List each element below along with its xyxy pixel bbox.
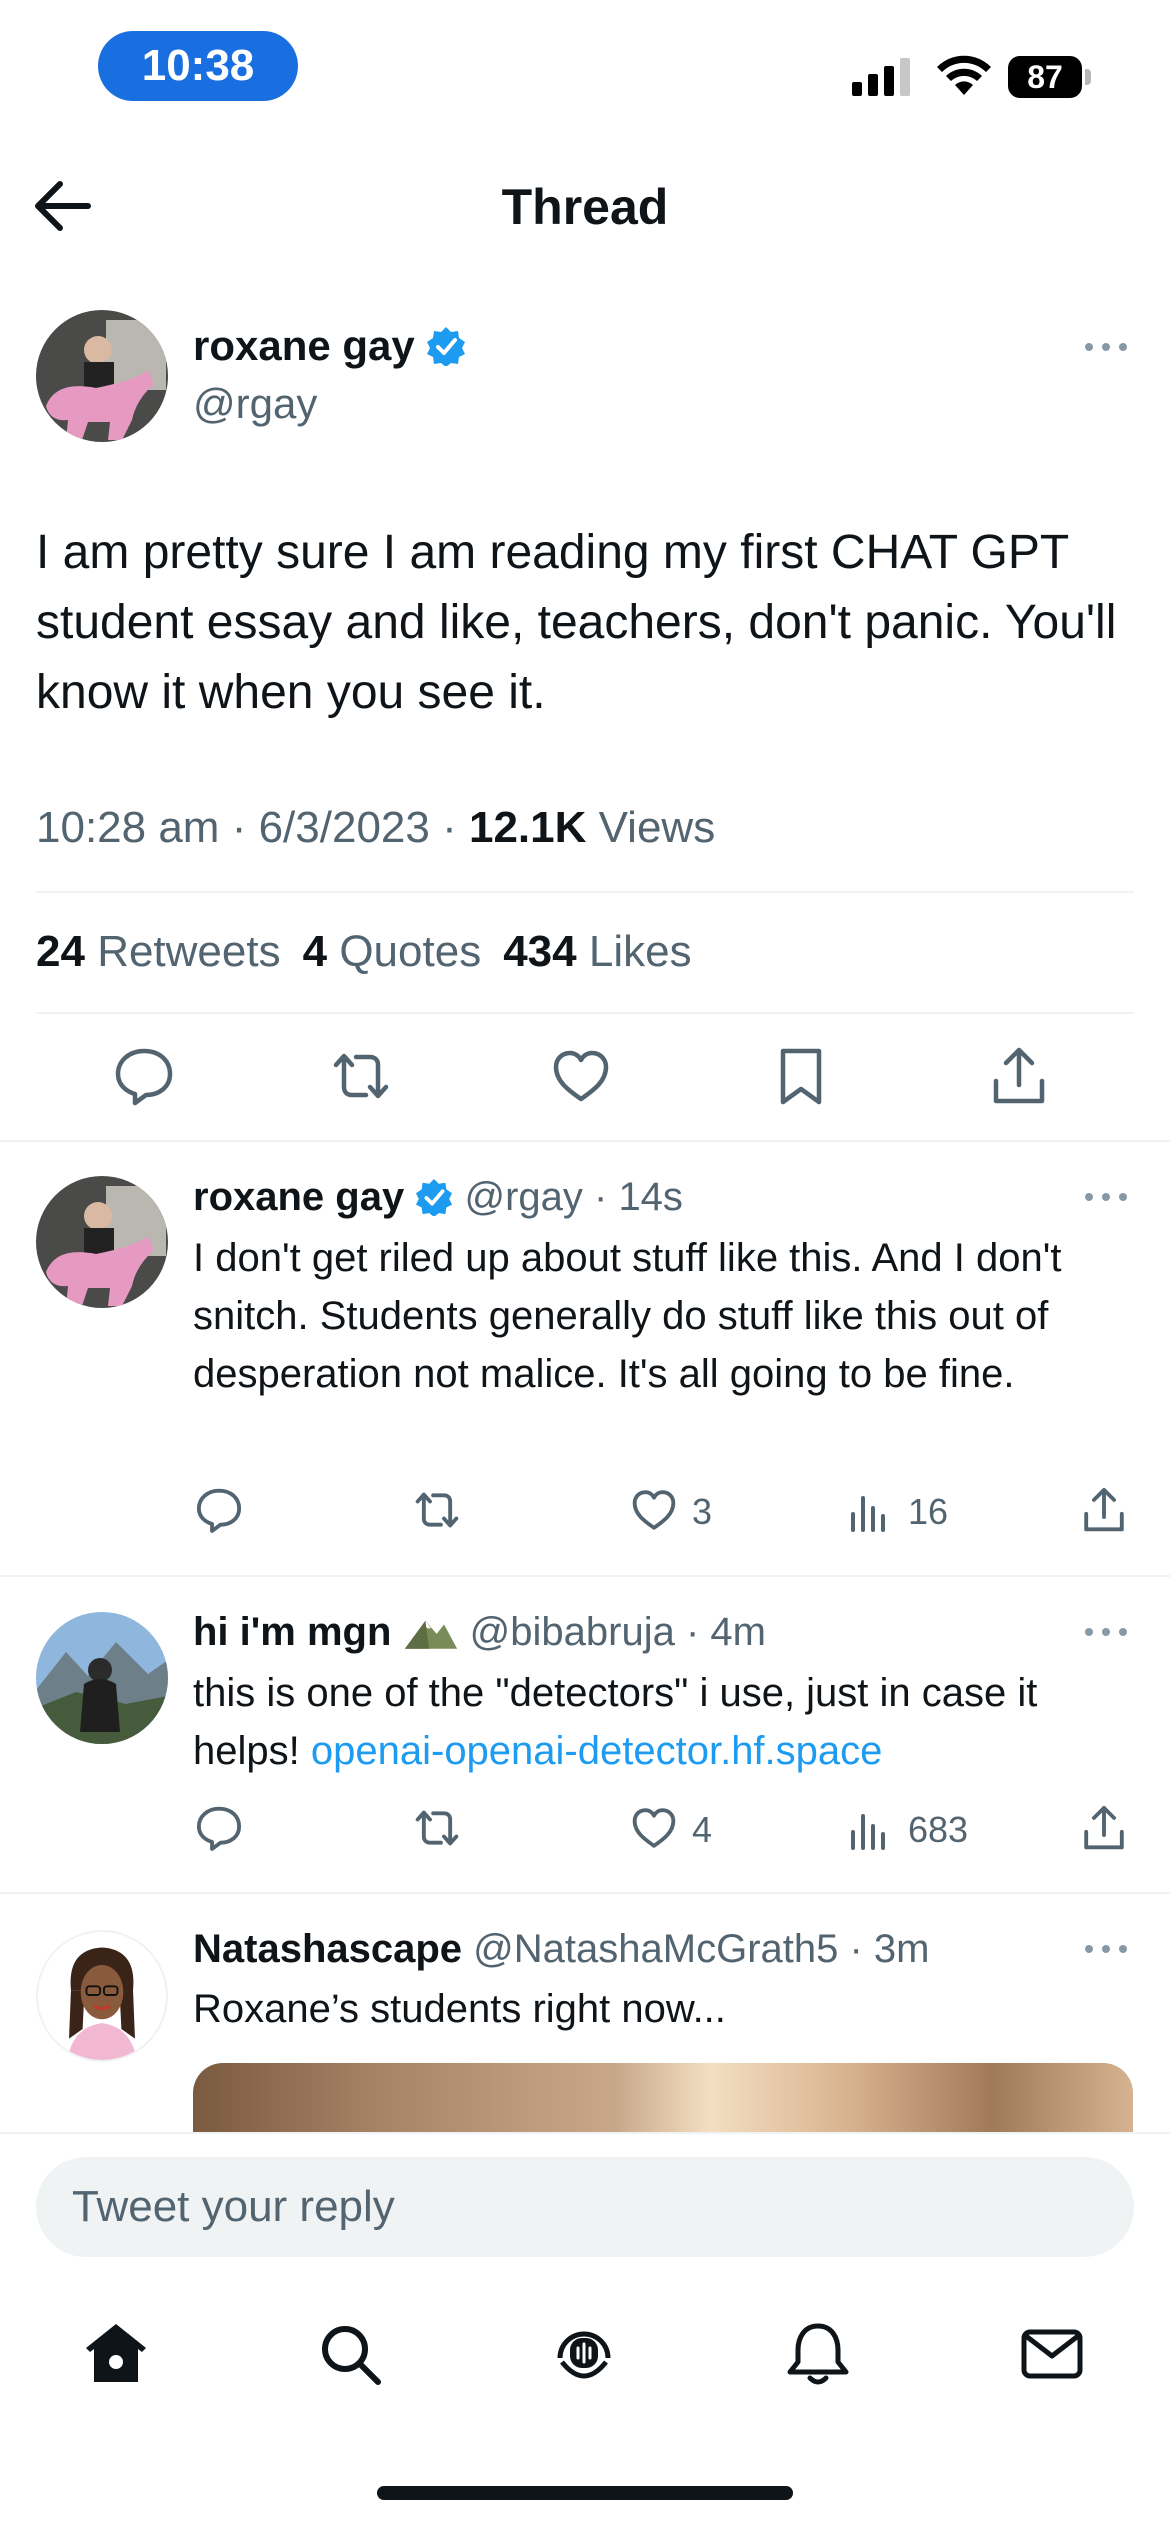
divider: [0, 1575, 1170, 1577]
author-row: roxane gay: [193, 322, 466, 370]
quotes-count: 4: [302, 927, 328, 976]
verified-badge-icon: [427, 327, 466, 366]
more-icon[interactable]: [1082, 340, 1130, 354]
author-handle[interactable]: @rgay: [193, 380, 317, 428]
detector-link[interactable]: openai-openai-detector.hf.space: [311, 1729, 883, 1773]
messages-icon[interactable]: [1016, 2318, 1088, 2390]
retweets-count: 24: [36, 927, 85, 976]
reply-icon[interactable]: [195, 1486, 243, 1534]
divider: [36, 1012, 1134, 1014]
likes-count: 434: [503, 927, 577, 976]
views-count: 683: [908, 1809, 969, 1850]
reply-header: hi i'm mgn @bibabruja · 4m: [193, 1610, 766, 1654]
like-icon[interactable]: [630, 1486, 678, 1534]
reply-header: roxane gay @rgay · 14s: [193, 1175, 683, 1219]
divider: [36, 891, 1134, 893]
more-icon[interactable]: [1082, 1190, 1130, 1204]
cellular-signal-icon: [852, 58, 910, 96]
reply-icon[interactable]: [113, 1045, 175, 1107]
retweet-icon[interactable]: [330, 1045, 392, 1107]
avatar[interactable]: [36, 1176, 168, 1308]
retweet-icon[interactable]: [413, 1804, 461, 1852]
tweet-meta: 10:28 am · 6/3/2023 · 12.1K Views: [36, 803, 716, 852]
reply-author-handle[interactable]: @NatashaMcGrath5: [473, 1927, 838, 1971]
status-time: 10:38: [98, 31, 298, 101]
views-count: 12.1K: [468, 803, 587, 852]
divider: [0, 1892, 1170, 1894]
tweet-date: 6/3/2023: [258, 803, 430, 852]
avatar[interactable]: [36, 310, 168, 442]
reply-time: 3m: [873, 1927, 930, 1971]
retweet-icon[interactable]: [413, 1486, 461, 1534]
more-icon[interactable]: [1082, 1625, 1130, 1639]
like-count: 4: [692, 1809, 713, 1850]
avatar[interactable]: [36, 1612, 168, 1744]
home-indicator: [377, 2486, 793, 2500]
verified-badge-icon: [416, 1178, 453, 1216]
media-thumbnail[interactable]: [193, 2063, 1133, 2143]
reply-author-handle[interactable]: @bibabruja: [470, 1610, 675, 1654]
tweet-text: I am pretty sure I am reading my first C…: [36, 526, 1117, 719]
reply-text: I don't get riled up about stuff like th…: [193, 1236, 1062, 1396]
like-icon[interactable]: [630, 1804, 678, 1852]
reply-author-handle[interactable]: @rgay: [464, 1175, 582, 1219]
quotes-stat[interactable]: 4 Quotes: [303, 927, 482, 976]
reply-text: this is one of the "detectors" i use, ju…: [193, 1664, 1143, 1780]
share-icon[interactable]: [1080, 1804, 1128, 1852]
reply-author-name[interactable]: Natashascape: [193, 1927, 462, 1971]
reply-author-name[interactable]: roxane gay: [193, 1175, 404, 1219]
spaces-icon[interactable]: [548, 2318, 620, 2390]
likes-label: Likes: [588, 927, 692, 976]
home-icon[interactable]: [80, 2318, 152, 2390]
notifications-icon[interactable]: [782, 2318, 854, 2390]
retweets-stat[interactable]: 24 Retweets: [36, 927, 281, 976]
search-icon[interactable]: [314, 2318, 386, 2390]
more-icon[interactable]: [1082, 1942, 1130, 1956]
like-icon[interactable]: [550, 1045, 612, 1107]
battery-indicator: 87: [1008, 56, 1092, 98]
divider: [0, 1140, 1170, 1142]
battery-level: 87: [1008, 56, 1082, 98]
like-count: 3: [692, 1491, 713, 1532]
retweets-label: Retweets: [97, 927, 281, 976]
share-icon[interactable]: [988, 1045, 1050, 1107]
reply-header: Natashascape @NatashaMcGrath5 · 3m: [193, 1927, 930, 1971]
wifi-icon: [937, 55, 991, 95]
reply-time: 4m: [710, 1610, 766, 1654]
likes-stat[interactable]: 434 Likes: [503, 927, 691, 976]
engagement-stats: 24 Retweets 4 Quotes 434 Likes: [36, 927, 692, 977]
quotes-label: Quotes: [339, 927, 482, 976]
reply-icon[interactable]: [195, 1804, 243, 1852]
mountain-emoji-icon: [404, 1620, 457, 1649]
share-icon[interactable]: [1080, 1486, 1128, 1534]
reply-time: 14s: [618, 1175, 683, 1219]
reply-author-name[interactable]: hi i'm mgn: [193, 1610, 391, 1654]
reply-composer-input[interactable]: Tweet your reply: [36, 2157, 1134, 2257]
author-name[interactable]: roxane gay: [193, 322, 415, 369]
tweet-time: 10:28 am: [36, 803, 220, 852]
avatar[interactable]: [36, 1930, 168, 2062]
reply-text: Roxane’s students right now...: [193, 1987, 726, 2031]
views-icon[interactable]: [847, 1804, 895, 1852]
page-title: Thread: [501, 179, 669, 235]
bookmark-icon[interactable]: [770, 1045, 832, 1107]
views-label: Views: [598, 803, 716, 852]
views-count: 16: [908, 1491, 949, 1532]
views-icon[interactable]: [847, 1486, 895, 1534]
